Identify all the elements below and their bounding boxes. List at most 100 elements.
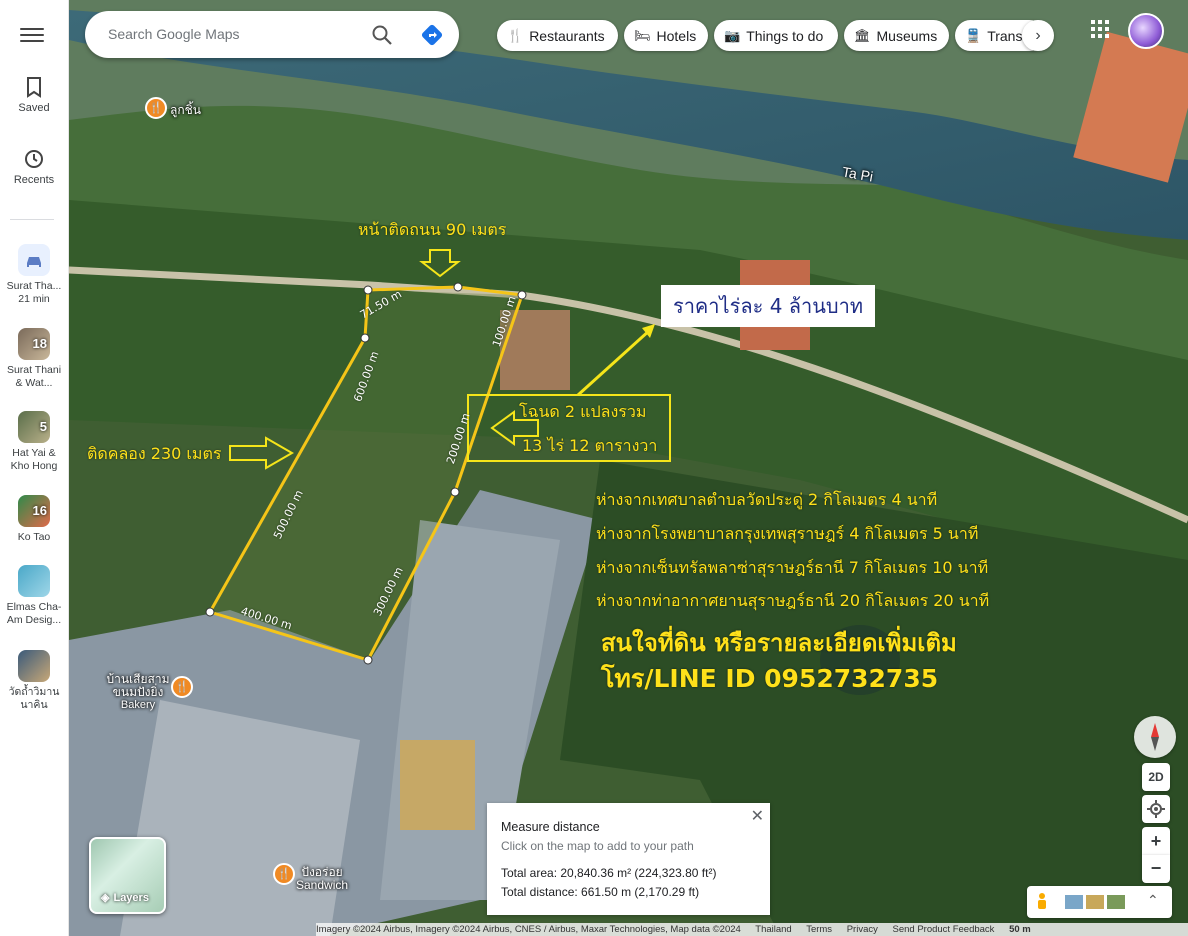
- saved-button[interactable]: Saved: [0, 76, 68, 114]
- recent-item[interactable]: 5 Hat Yai & Kho Hong: [0, 411, 68, 473]
- deed-line-2: 13 ไร่ 12 ตารางวา: [522, 436, 658, 455]
- measure-distance-panel: Measure distance Click on the map to add…: [487, 803, 770, 915]
- layers-icon: ◈: [101, 892, 110, 904]
- place-label-line: ขนมปังยิ่ง: [112, 685, 164, 699]
- chip-label: Museums: [876, 27, 938, 44]
- contact-line-2: โทร/LINE ID 0952732735: [601, 664, 939, 693]
- recent-count: 18: [32, 336, 47, 351]
- layers-label: Layers: [113, 891, 149, 904]
- restaurant-pin-icon[interactable]: 🍴: [273, 863, 295, 885]
- bookmark-icon: [27, 77, 41, 98]
- recent-item-label: Ko Tao: [17, 531, 51, 543]
- tilt-2d-button[interactable]: 2D: [1142, 763, 1170, 791]
- camera-icon: 📷: [724, 27, 741, 43]
- train-icon: 🚆: [965, 27, 982, 43]
- pegman-icon[interactable]: [1035, 892, 1049, 912]
- distance-line: ห่างจากโรงพยาบาลกรุงเทพสุราษฎร์ 4 กิโลเม…: [596, 524, 979, 543]
- distance-line: ห่างจากท่าอากาศยานสุราษฎร์ธานี 20 กิโลเม…: [596, 591, 990, 610]
- recent-item[interactable]: 16 Ko Tao: [0, 495, 68, 544]
- bed-icon: 🛏: [634, 27, 651, 43]
- my-location-icon[interactable]: [1142, 795, 1170, 823]
- recent-thumbnail: 5: [18, 411, 50, 443]
- chip-things-to-do[interactable]: 📷 Things to do: [714, 20, 838, 51]
- scale-label[interactable]: 50 m: [1009, 924, 1031, 935]
- recent-item-label: วัดถ้ำวิมาน: [8, 686, 60, 698]
- country-label: Thailand: [755, 924, 792, 935]
- measure-area: Total area: 20,840.36 m² (224,323.80 ft²…: [501, 866, 717, 880]
- search-input[interactable]: Search Google Maps: [108, 26, 240, 42]
- chip-label: Things to do: [746, 27, 824, 44]
- search-box[interactable]: Search Google Maps: [85, 11, 459, 58]
- compass-icon[interactable]: [1134, 716, 1176, 758]
- distance-line: ห่างจากเทศบาลตำบลวัดประดู่ 2 กิโลเมตร 4 …: [596, 490, 938, 509]
- recent-item[interactable]: Elmas Cha- Am Desig...: [0, 565, 68, 627]
- fork-knife-icon: 🍴: [507, 27, 524, 43]
- imagery-credit: Imagery ©2024 Airbus, Imagery ©2024 Airb…: [316, 924, 741, 935]
- imagery-thumbnail[interactable]: [1086, 895, 1104, 909]
- contact-line-1: สนใจที่ดิน หรือรายละเอียดเพิ่มเติม: [601, 629, 957, 657]
- chip-hotels[interactable]: 🛏 Hotels: [624, 20, 708, 51]
- rail-divider: [10, 219, 54, 220]
- layers-button[interactable]: ◈ Layers: [89, 837, 166, 914]
- history-icon: [25, 150, 43, 168]
- search-icon[interactable]: [371, 24, 393, 46]
- imagery-thumbnail[interactable]: [1107, 895, 1125, 909]
- chip-restaurants[interactable]: 🍴 Restaurants: [497, 20, 618, 51]
- recent-item-sub: Am Desig...: [6, 614, 62, 626]
- recent-count: 16: [32, 503, 47, 518]
- recent-thumbnail: [18, 650, 50, 682]
- measure-distance: Total distance: 661.50 m (2,170.29 ft): [501, 885, 700, 899]
- chevron-right-icon[interactable]: ›: [1022, 20, 1054, 51]
- recent-item-label: Surat Thani: [6, 364, 62, 376]
- recents-label: Recents: [13, 174, 55, 186]
- recent-item-sub: Kho Hong: [10, 460, 58, 472]
- chip-museums[interactable]: 🏛 Museums: [844, 20, 949, 51]
- satellite-imagery: [69, 0, 1188, 936]
- recent-thumbnail: 16: [18, 495, 50, 527]
- recent-item[interactable]: 18 Surat Thani & Wat...: [0, 328, 68, 390]
- expand-icon[interactable]: ⌃: [1147, 892, 1159, 909]
- place-label[interactable]: ลูกชิ้น: [170, 104, 201, 117]
- place-label-line: Bakery: [120, 699, 156, 711]
- price-label: ราคาไร่ละ 4 ล้านบาท: [661, 285, 875, 327]
- distance-line: ห่างจากเซ็นทรัลพลาซ่าสุราษฎร์ธานี 7 กิโล…: [596, 558, 989, 577]
- canal-side-text: ติดคลอง 230 เมตร: [87, 444, 222, 463]
- saved-label: Saved: [18, 102, 50, 114]
- zoom-out-button[interactable]: −: [1142, 855, 1170, 883]
- terms-link[interactable]: Terms: [806, 924, 832, 935]
- chip-label: Restaurants: [529, 27, 605, 44]
- recent-thumbnail: 18: [18, 328, 50, 360]
- recents-button[interactable]: Recents: [0, 148, 68, 186]
- avatar[interactable]: [1128, 13, 1164, 49]
- recent-count: 5: [39, 419, 47, 434]
- recent-item[interactable]: วัดถ้ำวิมาน นาคิน: [0, 650, 68, 712]
- recent-item-label: Hat Yai &: [12, 447, 56, 459]
- directions-icon[interactable]: [420, 23, 444, 47]
- menu-icon[interactable]: [20, 24, 44, 44]
- map-canvas[interactable]: [69, 0, 1188, 936]
- place-label[interactable]: ปังอร่อย Sandwich: [296, 866, 348, 892]
- recent-item-sub: นาคิน: [20, 699, 48, 711]
- recent-item-sub: & Wat...: [15, 377, 53, 389]
- recent-item-sub: 21 min: [18, 293, 50, 305]
- privacy-link[interactable]: Privacy: [847, 924, 878, 935]
- imagery-thumbnail[interactable]: [1065, 895, 1083, 909]
- map-footer: Imagery ©2024 Airbus, Imagery ©2024 Airb…: [316, 923, 1188, 936]
- feedback-link[interactable]: Send Product Feedback: [893, 924, 995, 935]
- recent-item[interactable]: Surat Tha... 21 min: [0, 244, 68, 306]
- museum-icon: 🏛: [854, 27, 871, 43]
- place-label-line: Sandwich: [296, 878, 349, 892]
- chip-label: Hotels: [656, 27, 697, 44]
- place-label[interactable]: บ้านเสียสาม ขนมปังยิ่ง Bakery: [98, 673, 178, 712]
- car-icon: [18, 244, 50, 276]
- road-front-text: หน้าติดถนน 90 เมตร: [358, 220, 507, 239]
- zoom-in-button[interactable]: +: [1142, 827, 1170, 855]
- measure-title: Measure distance: [501, 820, 600, 834]
- deed-line-1: โฉนด 2 แปลงรวม: [519, 402, 647, 421]
- restaurant-pin-icon[interactable]: 🍴: [145, 97, 167, 119]
- street-view-bar: ⌃: [1027, 886, 1172, 918]
- apps-grid-icon[interactable]: [1090, 19, 1110, 39]
- recent-item-label: Elmas Cha-: [6, 601, 62, 613]
- measure-hint: Click on the map to add to your path: [501, 839, 694, 853]
- close-icon[interactable]: ✕: [751, 806, 764, 826]
